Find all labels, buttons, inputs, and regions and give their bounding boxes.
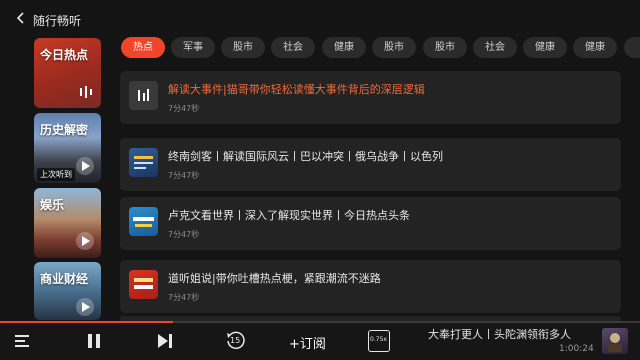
episode-duration: 7分47秒 <box>168 171 200 180</box>
sidebar-item-today-hot[interactable]: 今日热点 <box>34 38 101 108</box>
now-playing-time: 1:00:24 <box>559 344 594 354</box>
cover-art-icon <box>134 278 153 289</box>
tab-health[interactable]: 健康 <box>573 37 617 58</box>
tab-stock[interactable]: 股市 <box>423 37 467 58</box>
episode-title: 道听姐说|带你吐槽热点梗，紧跟潮流不迷路 <box>168 272 381 285</box>
episode-duration: 7分47秒 <box>168 293 200 302</box>
play-icon[interactable] <box>76 157 94 175</box>
playing-equalizer-icon <box>138 89 149 101</box>
now-playing-title: 大奉打更人丨头陀渊领衔多人 <box>428 328 571 341</box>
top-bar: 随行畅听 <box>0 0 640 36</box>
episode-row[interactable]: 卢克文看世界丨深入了解现实世界丨今日热点头条 7分47秒 <box>120 197 621 250</box>
now-playing-cover[interactable] <box>602 328 628 354</box>
episode-cover <box>129 270 158 299</box>
next-track-icon[interactable] <box>157 333 173 349</box>
subscribe-button[interactable]: +订阅 <box>289 333 326 352</box>
tab-health[interactable]: 健康 <box>322 37 366 58</box>
episode-row[interactable]: 终南剑客丨解读国际风云丨巴以冲突丨俄乌战争丨以色列 7分47秒 <box>120 138 621 191</box>
speed-button[interactable]: 0.75x <box>368 330 390 352</box>
episode-cover <box>129 81 158 110</box>
episode-row[interactable]: 解读大事件|猫哥带你轻松读懂大事件背后的深层逻辑 7分47秒 <box>120 71 621 124</box>
episode-cover <box>129 207 158 236</box>
cover-art-icon <box>133 217 154 227</box>
rewind-seconds: 15 <box>230 336 241 345</box>
tab-health[interactable]: 健康 <box>523 37 567 58</box>
episode-cover <box>129 148 158 177</box>
tab-society[interactable]: 社会 <box>473 37 517 58</box>
category-tabs: 热点 军事 股市 社会 健康 股市 股市 社会 健康 健康 <box>121 37 640 59</box>
speed-label: 0.75x <box>370 336 387 343</box>
sidebar-item-history[interactable]: 历史解密 上次听到 <box>34 113 101 183</box>
episode-duration: 7分47秒 <box>168 104 200 113</box>
tab-more[interactable] <box>624 37 640 58</box>
pause-icon[interactable] <box>86 333 102 349</box>
play-icon[interactable] <box>76 232 94 250</box>
episode-title: 解读大事件|猫哥带你轻松读懂大事件背后的深层逻辑 <box>168 83 425 96</box>
tab-society[interactable]: 社会 <box>271 37 315 58</box>
page-title: 随行畅听 <box>33 14 82 28</box>
player-bar: 15 +订阅 0.75x 大奉打更人丨头陀渊领衔多人 1:00:24 <box>0 323 640 360</box>
sidebar-item-label: 娱乐 <box>40 198 65 212</box>
episode-duration: 7分47秒 <box>168 230 200 239</box>
playlist-icon[interactable] <box>14 333 30 349</box>
tab-hot[interactable]: 热点 <box>121 37 165 58</box>
play-icon[interactable] <box>76 298 94 316</box>
cover-art-icon <box>608 333 622 352</box>
last-listened-badge: 上次听到 <box>37 168 75 181</box>
back-arrow-icon[interactable] <box>16 12 26 24</box>
sidebar-item-label: 历史解密 <box>40 123 89 137</box>
rewind-15-button[interactable]: 15 <box>224 330 246 352</box>
episode-row[interactable]: 道听姐说|带你吐槽热点梗，紧跟潮流不迷路 7分47秒 <box>120 260 621 313</box>
tab-stock[interactable]: 股市 <box>221 37 265 58</box>
sidebar-item-label: 今日热点 <box>40 48 89 62</box>
cover-art-icon <box>134 156 153 169</box>
playing-equalizer-icon <box>80 86 92 98</box>
sidebar-item-business[interactable]: 商业财经 <box>34 262 101 320</box>
sidebar-item-label: 商业财经 <box>40 272 89 286</box>
tab-stock[interactable]: 股市 <box>372 37 416 58</box>
sidebar-item-entertainment[interactable]: 娱乐 <box>34 188 101 258</box>
episode-title: 终南剑客丨解读国际风云丨巴以冲突丨俄乌战争丨以色列 <box>168 150 443 163</box>
episode-title: 卢克文看世界丨深入了解现实世界丨今日热点头条 <box>168 209 410 222</box>
tab-military[interactable]: 军事 <box>171 37 215 58</box>
